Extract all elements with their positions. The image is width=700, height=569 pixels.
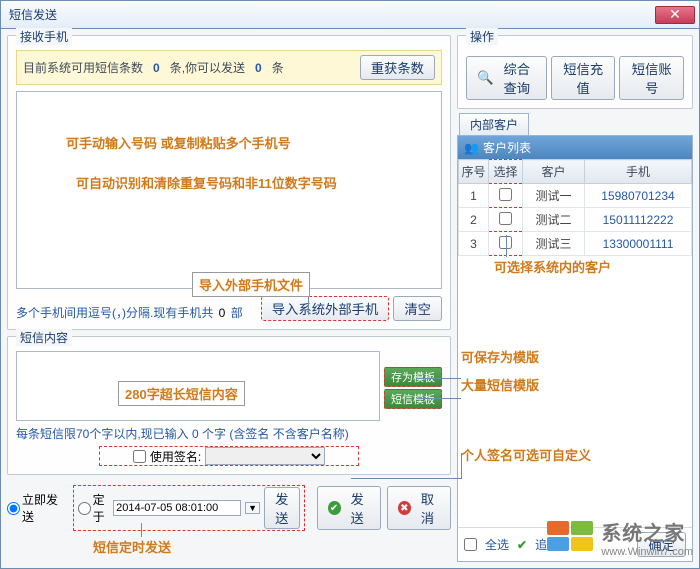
row-select-checkbox[interactable]	[499, 188, 512, 201]
signature-select[interactable]	[205, 447, 325, 465]
app-window: 短信发送 ✕ 接收手机 目前系统可用短信条数 0 条,你可以发送 0 条 重获条…	[0, 0, 700, 569]
quota-send: 0	[251, 61, 266, 75]
clear-phones-button[interactable]: 清空	[393, 296, 442, 321]
schedule-time-input[interactable]	[113, 500, 241, 516]
table-row[interactable]: 2 测试二 15011112222	[459, 208, 692, 232]
cancel-button[interactable]: ✖取消	[387, 486, 451, 530]
import-phones-button[interactable]: 导入系统外部手机	[261, 296, 390, 321]
select-all-label[interactable]: 全选	[485, 536, 509, 553]
annot-select-customers: 可选择系统内的客户	[494, 257, 611, 276]
table-row[interactable]: 3 测试三 13300001111	[459, 232, 692, 256]
append-button[interactable]: 追加	[535, 536, 559, 553]
account-button[interactable]: 短信账号	[619, 56, 684, 100]
dropdown-icon[interactable]: ▼	[245, 502, 260, 514]
row-select-checkbox[interactable]	[499, 236, 512, 249]
customer-table: 序号 选择 客户 手机 1 测试一 15980701234	[458, 159, 692, 256]
send-button[interactable]: ✔发送	[317, 486, 381, 530]
window-title: 短信发送	[5, 6, 655, 23]
close-icon: ✕	[669, 6, 681, 23]
confirm-button[interactable]: 确定	[637, 532, 686, 557]
receive-group: 接收手机 目前系统可用短信条数 0 条,你可以发送 0 条 重获条数 可手动输入…	[7, 35, 451, 330]
quota-unit2: 条	[272, 59, 284, 76]
ops-group: 操作 🔍综合查询 短信充值 短信账号	[457, 35, 693, 109]
table-row[interactable]: 1 测试一 15980701234	[459, 184, 692, 208]
receive-group-title: 接收手机	[16, 28, 72, 45]
cancel-icon: ✖	[398, 501, 411, 515]
sms-template-button[interactable]: 短信模板	[384, 389, 442, 409]
add-icon: ✔	[517, 538, 527, 552]
use-signature-checkbox[interactable]	[133, 450, 146, 463]
save-template-button[interactable]: 存为模板	[384, 367, 442, 387]
quota-unit1: 条,你可以发送	[170, 59, 245, 76]
refresh-quota-button[interactable]: 重获条数	[360, 55, 435, 80]
select-all-checkbox[interactable]	[464, 538, 477, 551]
send-row: 立即发送 定于 ▼ 发送 ✔发送 ✖取消	[7, 481, 451, 531]
send-icon: ✔	[328, 501, 341, 515]
col-phone: 手机	[585, 160, 692, 184]
users-icon: 👥	[464, 141, 479, 155]
ops-group-title: 操作	[466, 28, 498, 45]
sms-content-input[interactable]	[16, 351, 380, 421]
quota-info: 目前系统可用短信条数 0 条,你可以发送 0 条 重获条数	[16, 50, 442, 85]
use-signature-label: 使用签名:	[150, 448, 201, 465]
search-icon: 🔍	[477, 70, 494, 86]
content-group-title: 短信内容	[16, 329, 72, 346]
titlebar: 短信发送 ✕	[1, 1, 699, 29]
phone-input[interactable]	[16, 91, 442, 289]
customer-panel: 👥 客户列表 序号 选择 客户 手机	[457, 135, 693, 562]
schedule-submit-button[interactable]: 发送	[264, 487, 300, 529]
query-button[interactable]: 🔍综合查询	[466, 56, 547, 100]
phone-hint: 多个手机间用逗号(，)分隔.现有手机共 0 部	[16, 304, 243, 321]
col-index: 序号	[459, 160, 489, 184]
send-at-radio[interactable]: 定于	[78, 491, 109, 525]
quota-prefix: 目前系统可用短信条数	[23, 59, 143, 76]
send-now-radio[interactable]: 立即发送	[7, 491, 67, 525]
row-select-checkbox[interactable]	[499, 212, 512, 225]
close-button[interactable]: ✕	[655, 6, 695, 24]
quota-count: 0	[149, 61, 164, 75]
col-name: 客户	[523, 160, 585, 184]
recharge-button[interactable]: 短信充值	[551, 56, 616, 100]
col-select: 选择	[489, 160, 523, 184]
content-group: 短信内容 存为模板 短信模板 280字超长短信内容 每条短信限70个字以内,现已…	[7, 336, 451, 475]
customer-panel-footer: 全选 ✔ 追加 确定	[458, 527, 692, 561]
customer-panel-header: 👥 客户列表	[458, 136, 692, 159]
tab-internal-customers[interactable]: 内部客户	[459, 113, 529, 135]
content-hint: 每条短信限70个字以内,现已输入 0 个字 (含签名 不含客户名称)	[16, 425, 442, 442]
